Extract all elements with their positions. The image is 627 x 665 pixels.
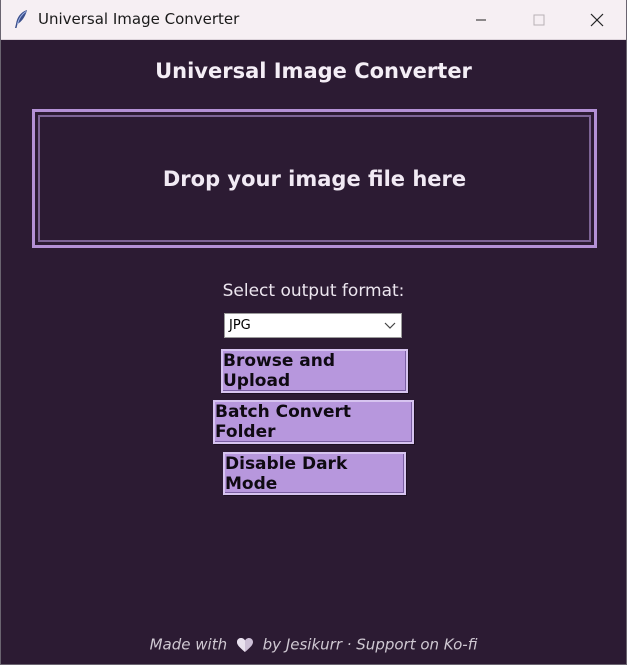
footer-prefix: Made with: [149, 635, 228, 654]
browse-upload-button[interactable]: Browse and Upload: [221, 349, 408, 393]
title-bar[interactable]: Universal Image Converter: [1, 0, 626, 40]
app-window: Universal Image Converter Universal Imag…: [0, 0, 627, 665]
close-button[interactable]: [568, 0, 626, 39]
maximize-button[interactable]: [510, 0, 568, 39]
format-select-value: JPG: [229, 318, 251, 333]
minimize-icon: [476, 19, 486, 20]
heart-icon: [236, 637, 253, 652]
footer-suffix: by Jesikurr · Support on Ko-fi: [262, 635, 478, 654]
drop-zone[interactable]: Drop your image file here: [32, 109, 597, 248]
format-label: Select output format:: [222, 281, 405, 301]
drop-zone-inner: Drop your image file here: [38, 115, 591, 242]
close-icon: [590, 13, 604, 26]
feather-icon: [15, 10, 27, 28]
footer[interactable]: Made with by Jesikurr · Support on Ko-fi: [1, 635, 626, 654]
batch-convert-button[interactable]: Batch Convert Folder: [213, 400, 414, 444]
app-heading: Universal Image Converter: [155, 59, 472, 83]
chevron-down-icon: [384, 322, 396, 329]
toggle-dark-mode-button[interactable]: Disable Dark Mode: [223, 452, 406, 495]
drop-zone-text: Drop your image file here: [162, 166, 467, 191]
window-title: Universal Image Converter: [38, 10, 240, 28]
format-select[interactable]: JPG: [224, 313, 402, 338]
minimize-button[interactable]: [452, 0, 510, 39]
maximize-icon: [533, 14, 545, 25]
